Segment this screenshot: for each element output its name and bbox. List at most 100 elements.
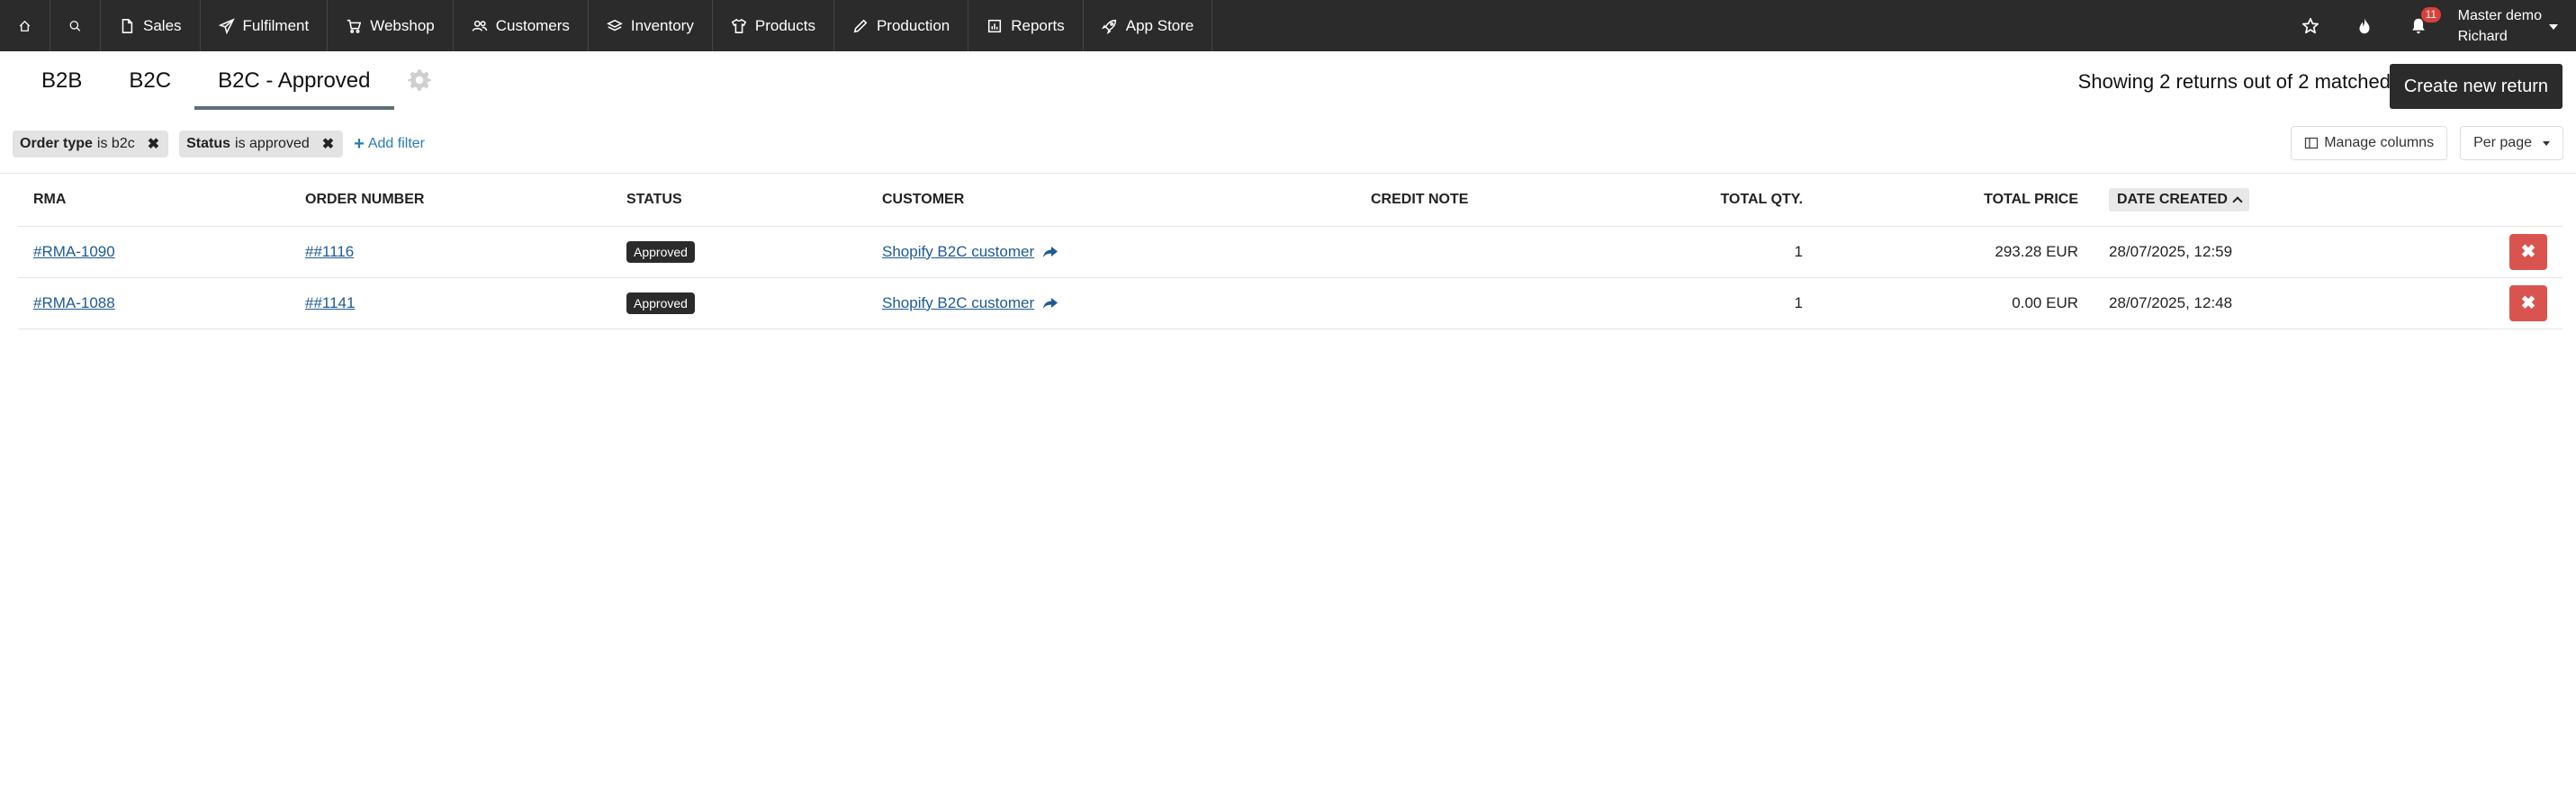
remove-filter-icon[interactable]: ✖ [322,135,334,153]
add-filter-link[interactable]: + Add filter [354,134,425,155]
results-summary: Showing 2 returns out of 2 matched [2077,70,2391,93]
per-page-label: Per page [2473,135,2532,150]
search-icon [69,20,81,32]
rocket-icon [1101,19,1116,34]
nav-item-label: Production [876,16,950,34]
sort-ascending-icon [2232,196,2243,207]
tab-settings-button[interactable] [407,68,432,110]
chart-icon [988,19,1002,32]
nav-item-fulfilment[interactable]: Fulfilment [201,0,329,51]
nav-item-label: Products [754,16,815,34]
user-name-block: Master demo Richard [2458,5,2542,47]
filter-chip-status[interactable]: Status is approved ✖ [179,130,344,158]
rma-link[interactable]: #RMA-1088 [33,294,115,311]
tab-b2c[interactable]: B2C [105,68,194,110]
flame-icon [2359,17,2370,33]
home-button[interactable] [0,0,50,51]
filter-field: Status [186,136,231,151]
date-created-cell: 28/07/2025, 12:48 [2094,277,2382,329]
manage-columns-button[interactable]: Manage columns [2291,126,2448,160]
nav-item-sales[interactable]: Sales [101,0,201,51]
nav-item-label: Webshop [370,16,435,34]
column-header-date-created[interactable]: DATE CREATED [2109,187,2249,212]
order-number-link[interactable]: ##1116 [305,243,354,260]
cart-icon [347,19,362,33]
plus-icon: + [354,133,365,154]
table-controls: Manage columns Per page [2278,126,2563,160]
column-header-actions [2382,174,2562,227]
pencil-icon [853,19,868,32]
filter-field: Order type [20,136,93,151]
nav-item-label: Sales [143,16,182,34]
column-header-total-price[interactable]: TOTAL PRICE [1818,174,2094,227]
per-page-dropdown[interactable]: Per page [2460,126,2563,160]
date-created-label: DATE CREATED [2117,191,2228,207]
nav-item-label: App Store [1125,16,1194,34]
total-price-cell: 293.28 EUR [1818,226,2094,278]
share-icon[interactable] [1042,246,1058,258]
column-header-rma[interactable]: RMA [18,174,290,227]
nav-item-app-store[interactable]: App Store [1084,0,1213,51]
manage-columns-label: Manage columns [2324,135,2435,150]
nav-item-inventory[interactable]: Inventory [589,0,713,51]
customer-link[interactable]: Shopify B2C customer [882,243,1034,260]
create-new-return-button[interactable]: Create new return [2389,64,2562,109]
top-nav-bar: Sales Fulfilment Webshop Customers Inven… [0,0,2576,51]
nav-item-label: Reports [1011,16,1065,34]
add-filter-label: Add filter [367,136,425,151]
share-icon[interactable] [1042,297,1058,310]
user-menu[interactable]: Master demo Richard [2445,0,2576,51]
home-icon [19,20,31,32]
activity-button[interactable] [2337,0,2391,51]
close-icon: ✖ [2520,242,2536,262]
nav-item-production[interactable]: Production [834,0,969,51]
table-row: #RMA-1090 ##1116 Approved Shopify B2C cu… [18,226,2562,278]
column-header-date-created-cell: DATE CREATED [2094,174,2382,227]
delete-return-button[interactable]: ✖ [2509,284,2547,321]
total-qty-cell: 1 [1615,277,1818,329]
star-icon [2301,17,2319,33]
nav-item-reports[interactable]: Reports [968,0,1084,51]
users-icon [472,20,488,32]
status-badge: Approved [626,240,695,263]
tab-b2c-approved[interactable]: B2C - Approved [194,68,394,110]
nav-item-label: Fulfilment [242,16,310,34]
nav-item-products[interactable]: Products [713,0,834,51]
returns-table: RMA ORDER NUMBER STATUS CUSTOMER CREDIT … [18,174,2562,329]
close-icon: ✖ [2520,293,2536,313]
column-header-customer[interactable]: CUSTOMER [867,174,1356,227]
search-button[interactable] [50,0,101,51]
view-tabs: B2B B2C B2C - Approved [18,59,432,110]
total-price-cell: 0.00 EUR [1818,277,2094,329]
date-created-cell: 28/07/2025, 12:59 [2094,226,2382,278]
topbar-right-group: 11 Master demo Richard [2283,0,2576,51]
nav-item-webshop[interactable]: Webshop [328,0,454,51]
layers-icon [607,19,623,31]
status-badge: Approved [626,292,695,314]
column-header-credit-note[interactable]: CREDIT NOTE [1356,174,1615,227]
user-person-name: Richard [2457,28,2508,44]
tab-b2b[interactable]: B2B [18,68,105,110]
credit-note-cell [1356,277,1615,329]
nav-item-customers[interactable]: Customers [454,0,589,51]
user-account-name: Master demo [2457,7,2542,23]
order-number-link[interactable]: ##1141 [305,294,355,311]
notifications-button[interactable]: 11 [2391,0,2445,51]
delete-return-button[interactable]: ✖ [2509,233,2547,270]
column-header-total-qty[interactable]: TOTAL QTY. [1615,174,1818,227]
gear-icon [407,69,431,91]
shirt-icon [731,18,747,33]
filter-chip-order-type[interactable]: Order type is b2c ✖ [13,130,169,158]
nav-item-label: Inventory [630,16,694,34]
rma-link[interactable]: #RMA-1090 [33,243,115,260]
filter-value: is b2c [96,136,135,151]
filter-bar: Order type is b2c ✖ Status is approved ✖… [13,130,425,158]
caret-down-icon [2543,140,2550,146]
column-header-order-number[interactable]: ORDER NUMBER [290,174,611,227]
table-row: #RMA-1088 ##1141 Approved Shopify B2C cu… [18,277,2562,329]
favorites-button[interactable] [2283,0,2337,51]
customer-link[interactable]: Shopify B2C customer [882,294,1034,311]
column-header-status[interactable]: STATUS [611,174,867,227]
table-header-row: RMA ORDER NUMBER STATUS CUSTOMER CREDIT … [18,174,2562,227]
remove-filter-icon[interactable]: ✖ [148,135,159,153]
